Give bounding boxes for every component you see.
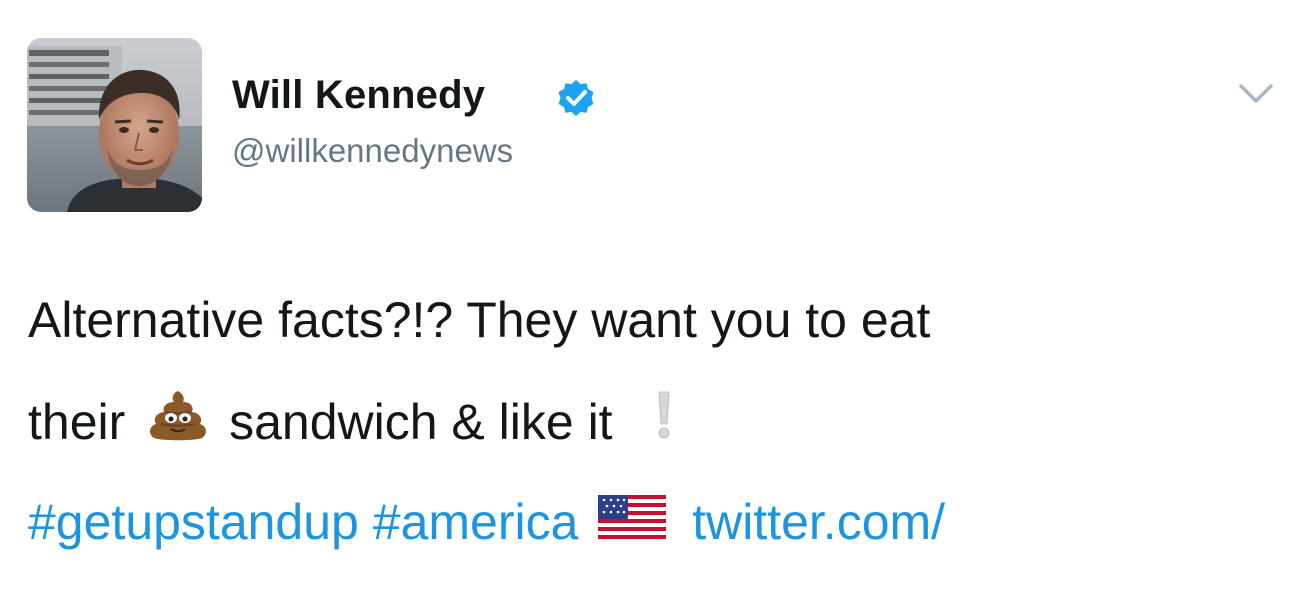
tweet-text-line-1: Alternative facts?!? They want you to ea… — [28, 292, 931, 348]
white-exclamation-emoji-icon — [654, 388, 674, 455]
display-name[interactable]: Will Kennedy — [232, 72, 485, 118]
tweet-text-line-2: their sandwich & like it — [28, 391, 674, 459]
pile-of-poo-emoji-icon — [147, 388, 209, 455]
profile-photo-icon — [27, 38, 202, 212]
tweet-text-word-their: their — [28, 394, 126, 450]
tweet-text-line-3: #getupstandup #america twitter.com/ — [28, 492, 945, 556]
us-flag-emoji-icon — [598, 492, 667, 552]
hashtag-america-link[interactable]: #america — [373, 494, 579, 550]
tweet-card: Will Kennedy @willkennedynews Alternativ… — [0, 0, 1292, 590]
tweet-text-sandwich: sandwich & like it — [229, 394, 613, 450]
user-handle[interactable]: @willkennedynews — [232, 131, 513, 171]
avatar[interactable] — [27, 38, 202, 212]
tweet-url-link[interactable]: twitter.com/ — [692, 494, 945, 550]
verified-badge-icon — [556, 78, 596, 118]
chevron-down-icon[interactable] — [1237, 80, 1275, 108]
hashtag-getupstandup-link[interactable]: #getupstandup — [28, 494, 359, 550]
